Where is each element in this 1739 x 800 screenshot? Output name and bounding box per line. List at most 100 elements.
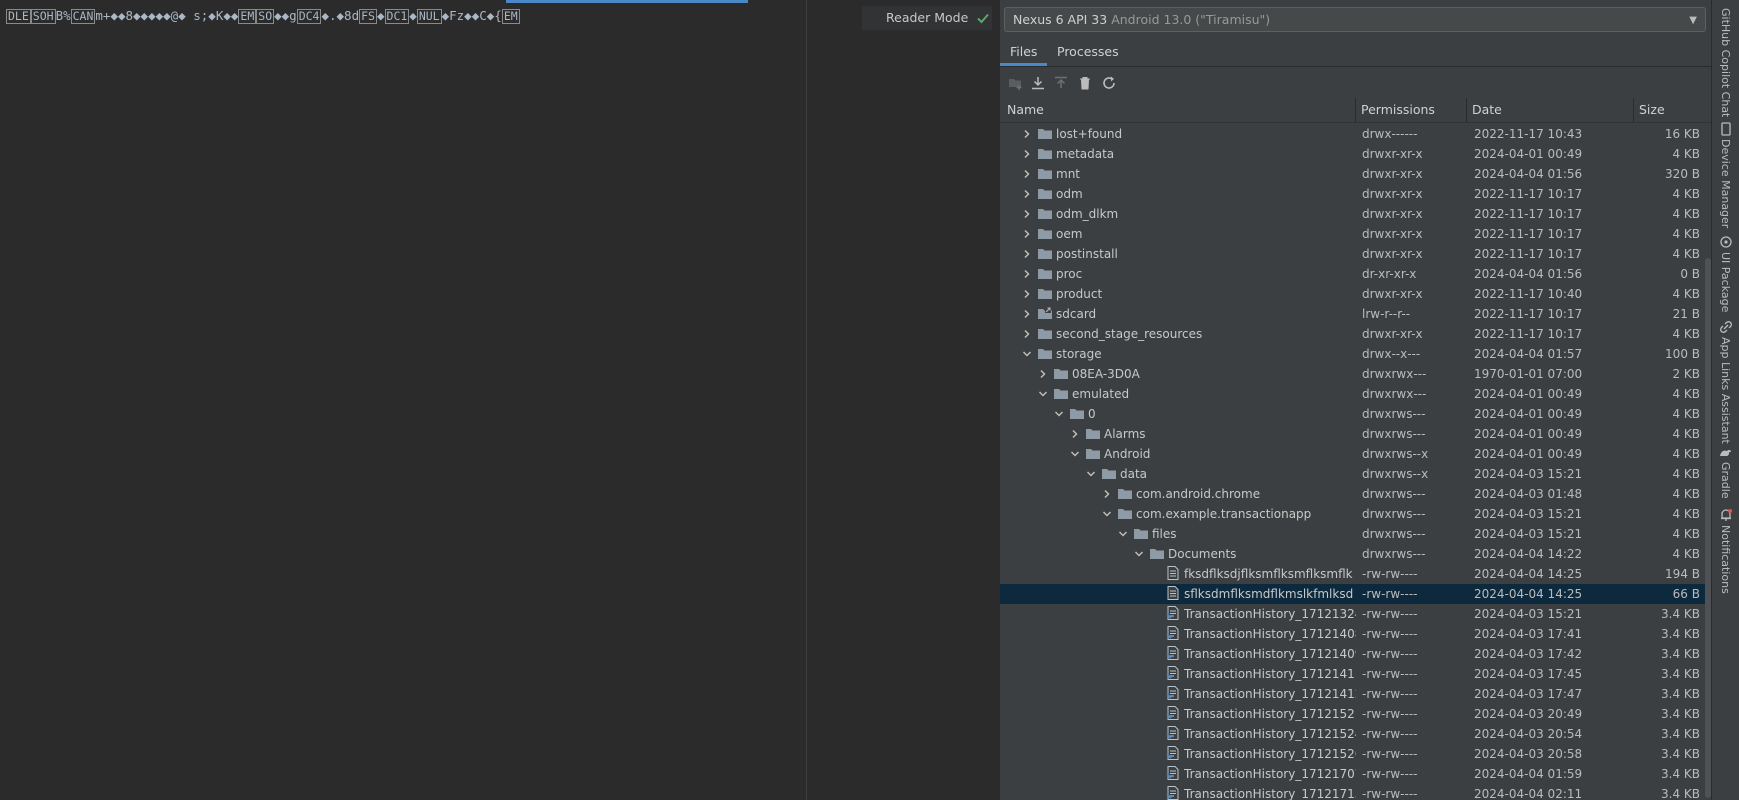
delete-button[interactable] bbox=[1075, 73, 1095, 93]
column-permissions[interactable]: Permissions bbox=[1361, 98, 1435, 122]
chevron-right-icon[interactable] bbox=[1020, 327, 1034, 341]
tool-window-notifications[interactable]: Notifications bbox=[1712, 508, 1739, 594]
column-name[interactable]: Name bbox=[1007, 98, 1044, 122]
chevron-right-icon[interactable] bbox=[1020, 287, 1034, 301]
table-row[interactable]: second_stage_resources drwxr-xr-x 2022-11-… bbox=[1000, 324, 1706, 344]
file-size: 194 B bbox=[1665, 567, 1700, 581]
table-row[interactable]: storage drwx--x--- 2024-04-04 01:57 100 B bbox=[1000, 344, 1706, 364]
folder-icon bbox=[1037, 326, 1053, 340]
file-name: sflksdmflksmdflkmslkfmlksd bbox=[1184, 587, 1354, 601]
tool-window-app-links-assistant[interactable]: App Links Assistant bbox=[1712, 320, 1739, 444]
new-folder-button[interactable] bbox=[1006, 73, 1026, 93]
file-date: 2024-04-04 14:25 bbox=[1474, 567, 1583, 581]
folder-icon bbox=[1037, 206, 1053, 220]
table-row[interactable]: metadata drwxr-xr-x 2024-04-01 00:49 4 KB bbox=[1000, 144, 1706, 164]
column-divider[interactable] bbox=[1633, 98, 1634, 122]
download-button[interactable] bbox=[1028, 73, 1048, 93]
chevron-right-icon[interactable] bbox=[1020, 167, 1034, 181]
chevron-down-icon[interactable] bbox=[1116, 527, 1130, 541]
table-row[interactable]: com.android.chrome drwxrws--- 2024-04-03 0… bbox=[1000, 484, 1706, 504]
chevron-down-icon[interactable] bbox=[1068, 447, 1082, 461]
chevron-right-icon[interactable] bbox=[1068, 427, 1082, 441]
table-row[interactable]: TransactionHistory_17121408 -rw-rw---- 202… bbox=[1000, 624, 1706, 644]
tool-window-gradle[interactable]: Gradle bbox=[1712, 445, 1739, 500]
table-row[interactable]: lost+found drwx------ 2022-11-17 10:43 16 K… bbox=[1000, 124, 1706, 144]
file-tree[interactable]: lost+found drwx------ 2022-11-17 10:43 16 K… bbox=[1000, 124, 1712, 800]
table-row[interactable]: TransactionHistory_17121526 -rw-rw---- 202… bbox=[1000, 744, 1706, 764]
table-row[interactable]: TransactionHistory_17121412 -rw-rw---- 202… bbox=[1000, 684, 1706, 704]
table-row[interactable]: oem drwxr-xr-x 2022-11-17 10:17 4 KB bbox=[1000, 224, 1706, 244]
table-row[interactable]: product drwxr-xr-x 2022-11-17 10:40 4 KB bbox=[1000, 284, 1706, 304]
table-row[interactable]: Alarms drwxrws--- 2024-04-01 00:49 4 KB bbox=[1000, 424, 1706, 444]
table-row[interactable]: TransactionHistory_17121715 -rw-rw---- 202… bbox=[1000, 784, 1706, 800]
chevron-right-icon[interactable] bbox=[1020, 207, 1034, 221]
folder-icon bbox=[1053, 386, 1069, 400]
table-row[interactable]: postinstall drwxr-xr-x 2022-11-17 10:17 4 K… bbox=[1000, 244, 1706, 264]
inspection-ok-icon[interactable] bbox=[975, 10, 991, 26]
table-row[interactable]: TransactionHistory_17121707 -rw-rw---- 202… bbox=[1000, 764, 1706, 784]
tool-window-device-manager[interactable]: Device Manager bbox=[1712, 122, 1739, 229]
table-row[interactable]: files drwxrws--- 2024-04-03 15:21 4 KB bbox=[1000, 524, 1706, 544]
table-row[interactable]: TransactionHistory_17121409 -rw-rw---- 202… bbox=[1000, 644, 1706, 664]
table-row[interactable]: Documents drwxrws--- 2024-04-04 14:22 4 KB bbox=[1000, 544, 1706, 564]
tool-window-github-copilot-chat[interactable]: GitHub Copilot Chat bbox=[1712, 8, 1739, 118]
table-row[interactable]: emulated drwxrwx--- 2024-04-01 00:49 4 KB bbox=[1000, 384, 1706, 404]
table-row[interactable]: proc dr-xr-xr-x 2024-04-04 01:56 0 B bbox=[1000, 264, 1706, 284]
table-row[interactable]: 0 drwxrws--- 2024-04-01 00:49 4 KB bbox=[1000, 404, 1706, 424]
tab-files[interactable]: Files bbox=[1000, 38, 1048, 66]
table-row[interactable]: data drwxrws--x 2024-04-03 15:21 4 KB bbox=[1000, 464, 1706, 484]
reader-mode-button[interactable]: Reader Mode bbox=[886, 10, 968, 25]
tab-processes[interactable]: Processes bbox=[1047, 38, 1129, 66]
file-date: 2024-04-03 15:21 bbox=[1474, 527, 1583, 541]
chevron-right-icon[interactable] bbox=[1020, 307, 1034, 321]
table-row[interactable]: mnt drwxr-xr-x 2024-04-04 01:56 320 B bbox=[1000, 164, 1706, 184]
table-row[interactable]: odm_dlkm drwxr-xr-x 2022-11-17 10:17 4 KB bbox=[1000, 204, 1706, 224]
column-divider[interactable] bbox=[1355, 98, 1356, 122]
table-row[interactable]: sdcard lrw-r--r-- 2022-11-17 10:17 21 B bbox=[1000, 304, 1706, 324]
device-selector[interactable]: Nexus 6 API 33 Android 13.0 ("Tiramisu")… bbox=[1004, 7, 1706, 32]
table-row[interactable]: 08EA-3D0A drwxrwx--- 1970-01-01 07:00 2 KB bbox=[1000, 364, 1706, 384]
chevron-down-icon[interactable] bbox=[1036, 387, 1050, 401]
table-row[interactable]: TransactionHistory_17121521 -rw-rw---- 202… bbox=[1000, 704, 1706, 724]
table-row[interactable]: fksdflksdjflksmflksmflksmflk -rw-rw---- 20… bbox=[1000, 564, 1706, 584]
refresh-button[interactable] bbox=[1099, 73, 1119, 93]
table-row[interactable]: sflksdmflksmdflkmslkfmlksd -rw-rw---- 2024… bbox=[1000, 584, 1706, 604]
table-row[interactable]: odm drwxr-xr-x 2022-11-17 10:17 4 KB bbox=[1000, 184, 1706, 204]
file-name: Alarms bbox=[1104, 427, 1146, 441]
chevron-right-icon[interactable] bbox=[1020, 187, 1034, 201]
editor-content[interactable]: DLE SOH B% CAN m+◆◆8◆◆◆◆◆@◆ s;◆K◆◆ EM SO ◆◆g DC4… bbox=[6, 8, 520, 24]
file-name: com.example.transactionapp bbox=[1136, 507, 1312, 521]
file-name: TransactionHistory_17121409 bbox=[1184, 647, 1356, 661]
editor-pane[interactable]: DLE SOH B% CAN m+◆◆8◆◆◆◆◆@◆ s;◆K◆◆ EM SO ◆◆g DC4… bbox=[0, 0, 999, 800]
upload-button[interactable] bbox=[1051, 73, 1071, 93]
chevron-right-icon[interactable] bbox=[1100, 487, 1114, 501]
folder-icon bbox=[1069, 406, 1085, 420]
chevron-down-icon[interactable] bbox=[1052, 407, 1066, 421]
chevron-down-icon[interactable] bbox=[1084, 467, 1098, 481]
text-file-icon bbox=[1165, 666, 1181, 680]
control-char-badge: SOH bbox=[30, 9, 56, 24]
table-row[interactable]: TransactionHistory_17121524 -rw-rw---- 202… bbox=[1000, 724, 1706, 744]
chevron-right-icon[interactable] bbox=[1020, 267, 1034, 281]
column-size[interactable]: Size bbox=[1639, 98, 1665, 122]
table-row[interactable]: com.example.transactionapp drwxrws--- 2024… bbox=[1000, 504, 1706, 524]
folder-link-icon bbox=[1037, 306, 1053, 320]
column-divider[interactable] bbox=[1466, 98, 1467, 122]
file-date: 2024-04-03 20:54 bbox=[1474, 727, 1583, 741]
chevron-down-icon[interactable] bbox=[1100, 507, 1114, 521]
column-date[interactable]: Date bbox=[1472, 98, 1502, 122]
chevron-right-icon[interactable] bbox=[1020, 127, 1034, 141]
chevron-right-icon[interactable] bbox=[1036, 367, 1050, 381]
table-row[interactable]: Android drwxrws--x 2024-04-01 00:49 4 KB bbox=[1000, 444, 1706, 464]
chevron-right-icon[interactable] bbox=[1020, 227, 1034, 241]
chevron-down-icon[interactable] bbox=[1020, 347, 1034, 361]
chevron-right-icon[interactable] bbox=[1020, 247, 1034, 261]
chevron-right-icon[interactable] bbox=[1020, 147, 1034, 161]
table-row[interactable]: TransactionHistory_17121411 -rw-rw---- 202… bbox=[1000, 664, 1706, 684]
file-permissions: drwxrws--- bbox=[1362, 407, 1426, 421]
chevron-down-icon[interactable] bbox=[1132, 547, 1146, 561]
tool-window-label: Device Manager bbox=[1719, 139, 1732, 229]
folder-icon bbox=[1085, 426, 1101, 440]
table-row[interactable]: TransactionHistory_17121324 -rw-rw---- 202… bbox=[1000, 604, 1706, 624]
tool-window-ui-package[interactable]: UI Package bbox=[1712, 235, 1739, 315]
